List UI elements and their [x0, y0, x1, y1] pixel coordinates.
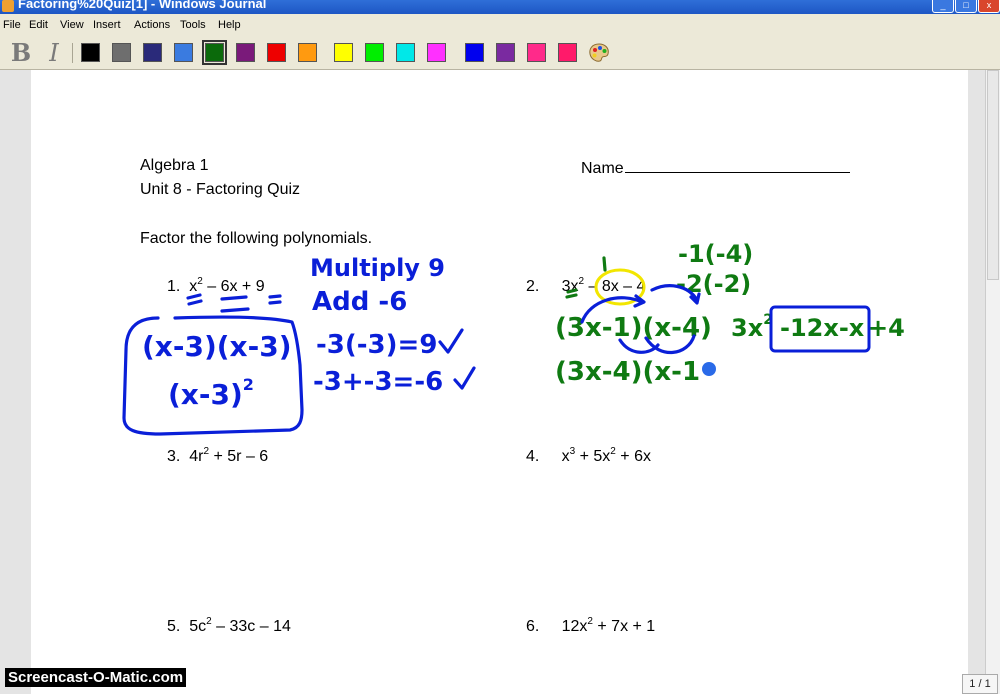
problem-number: 6.	[526, 618, 540, 635]
pen-color-swatch[interactable]	[496, 43, 515, 62]
pen-color-swatch[interactable]	[202, 40, 227, 65]
pen-color-swatch[interactable]	[527, 43, 546, 62]
page-counter: 1 / 1	[962, 674, 998, 694]
name-label: Name	[581, 160, 624, 177]
pen-color-swatch[interactable]	[81, 43, 100, 62]
problem-3: 3. 4r2 + 5r – 6	[167, 446, 269, 466]
name-blank-line	[624, 157, 850, 173]
course-title: Algebra 1	[140, 157, 209, 174]
pen-color-swatch[interactable]	[558, 43, 577, 62]
menu-view[interactable]: View	[60, 19, 84, 31]
pen-color-swatch[interactable]	[112, 43, 131, 62]
maximize-button[interactable]: □	[955, 0, 977, 13]
minimize-button[interactable]: _	[932, 0, 954, 13]
menu-help[interactable]: Help	[218, 19, 241, 31]
italic-button[interactable]: I	[43, 41, 65, 65]
bold-button[interactable]: B	[10, 41, 32, 65]
problem-1: 1. x2 – 6x + 9	[167, 276, 265, 296]
pen-color-swatch[interactable]	[267, 43, 286, 62]
name-field: Name	[581, 157, 850, 178]
problem-5: 5. 5c2 – 33c – 14	[167, 616, 291, 636]
menu-tools[interactable]: Tools	[180, 19, 206, 31]
instructions: Factor the following polynomials.	[140, 230, 373, 247]
screencast-watermark: Screencast-O-Matic.com	[5, 668, 187, 687]
title-bar: Factoring%20Quiz[1] - Windows Journal _ …	[0, 0, 1000, 14]
scrollbar-thumb[interactable]	[987, 70, 999, 280]
pen-color-swatch[interactable]	[396, 43, 415, 62]
problem-number: 5.	[167, 618, 181, 635]
problem-number: 1.	[167, 278, 181, 295]
close-button[interactable]: x	[978, 0, 1000, 13]
problem-2: 2. 3x2 – 8x – 4	[526, 276, 646, 296]
pen-color-swatch[interactable]	[298, 43, 317, 62]
pen-color-swatch[interactable]	[236, 43, 255, 62]
pen-toolbar: B I	[0, 37, 1000, 70]
menu-actions[interactable]: Actions	[134, 19, 170, 31]
menu-insert[interactable]: Insert	[93, 19, 121, 31]
menu-edit[interactable]: Edit	[29, 19, 48, 31]
problem-number: 4.	[526, 448, 540, 465]
problem-6: 6. 12x2 + 7x + 1	[526, 616, 656, 636]
toolbar-separator	[72, 43, 73, 63]
pen-color-swatch[interactable]	[174, 43, 193, 62]
window-title: Factoring%20Quiz[1] - Windows Journal	[18, 0, 267, 11]
palette-icon[interactable]	[588, 42, 610, 64]
pen-color-swatch[interactable]	[465, 43, 484, 62]
unit-title: Unit 8 - Factoring Quiz	[140, 181, 301, 198]
pen-color-swatch[interactable]	[334, 43, 353, 62]
pen-color-swatch[interactable]	[427, 43, 446, 62]
journal-app-icon	[2, 0, 14, 12]
menu-bar: File Edit View Insert Actions Tools Help	[0, 14, 1000, 38]
pen-color-swatch[interactable]	[365, 43, 384, 62]
pen-color-swatch[interactable]	[143, 43, 162, 62]
problem-4: 4. x3 + 5x2 + 6x	[526, 446, 651, 466]
menu-file[interactable]: File	[3, 19, 21, 31]
vertical-scrollbar[interactable]	[985, 70, 1000, 694]
problem-number: 2.	[526, 278, 540, 295]
problem-number: 3.	[167, 448, 181, 465]
